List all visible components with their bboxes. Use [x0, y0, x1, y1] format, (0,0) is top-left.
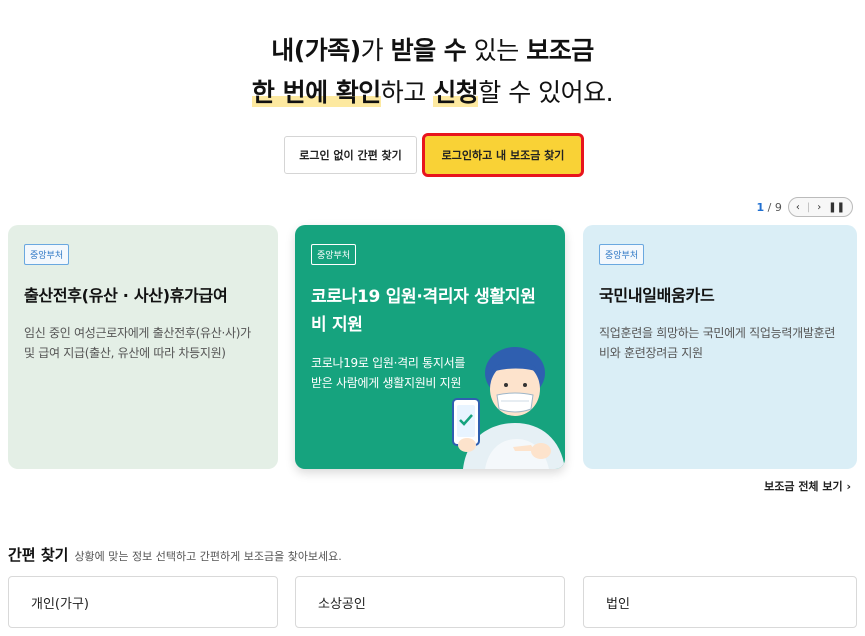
divider: |: [806, 201, 811, 213]
chevron-left-icon[interactable]: ‹: [794, 202, 802, 213]
carousel-counter: 1 / 9: [757, 201, 782, 214]
hero-button-row: 로그인 없이 간편 찾기 로그인하고 내 보조금 찾기: [0, 133, 865, 177]
card-title: 출산전후(유산 · 사산)휴가급여: [24, 286, 228, 305]
login-search-button[interactable]: 로그인하고 내 보조금 찾기: [422, 133, 584, 177]
hero-text: 가: [360, 36, 391, 65]
option-individual-button[interactable]: 개인(가구): [8, 576, 278, 628]
subsidy-card[interactable]: 중앙부처 국민내일배움카드 직업훈련을 희망하는 국민에게 직업능력개발훈련비와…: [583, 225, 857, 469]
hero-line-1: 내(가족)가 받을 수 있는 보조금: [0, 30, 865, 72]
quick-search-options: 개인(가구) 소상공인 법인: [8, 576, 857, 628]
quick-search-subtitle: 상황에 맞는 정보 선택하고 간편하게 보조금을 찾아보세요.: [74, 550, 342, 563]
carousel-current-page: 1: [756, 200, 765, 214]
hero-text: 할 수 있어요.: [478, 78, 614, 107]
guest-search-button[interactable]: 로그인 없이 간편 찾기: [284, 136, 417, 174]
quick-search-header: 간편 찾기 상황에 맞는 정보 선택하고 간편하게 보조금을 찾아보세요.: [8, 544, 342, 565]
subsidy-carousel: 중앙부처 출산전후(유산 · 사산)휴가급여 임신 중인 여성근로자에게 출산전…: [8, 225, 857, 469]
hero-line-2: 한 번에 확인하고 신청할 수 있어요.: [0, 72, 865, 114]
hero-text-family: 내(가족): [271, 36, 361, 65]
category-badge: 중앙부처: [311, 244, 357, 265]
quick-search-title: 간편 찾기: [8, 546, 69, 564]
option-corporation-button[interactable]: 법인: [583, 576, 857, 628]
view-all-subsidies-link[interactable]: 보조금 전체 보기 ›: [764, 478, 851, 494]
hero-text-check: 한 번에 확인: [251, 78, 381, 107]
person-with-mask-holding-phone-icon: [452, 347, 565, 469]
card-description: 직업훈련을 희망하는 국민에게 직업능력개발훈련비와 훈련장려금 지원: [599, 326, 836, 360]
carousel-pager: 1 / 9 ‹ | › ❚❚: [757, 197, 853, 217]
hero-text: 하고: [380, 78, 434, 107]
hero-text-apply: 신청: [433, 78, 479, 107]
hero-text: 있는: [466, 36, 527, 65]
card-title: 코로나19 입원·격리자 생활지원비 지원: [311, 287, 536, 335]
hero-text-subsidy: 보조금: [526, 36, 594, 65]
chevron-right-icon[interactable]: ›: [815, 202, 823, 213]
category-badge: 중앙부처: [599, 244, 645, 265]
category-badge: 중앙부처: [24, 244, 70, 265]
card-title: 국민내일배움카드: [599, 286, 715, 305]
pause-icon[interactable]: ❚❚: [826, 202, 847, 213]
carousel-total-pages: / 9: [767, 200, 782, 214]
option-small-business-button[interactable]: 소상공인: [295, 576, 565, 628]
card-description: 임신 중인 여성근로자에게 출산전후(유산·사)가 및 급여 지급(출산, 유산…: [24, 326, 251, 360]
hero-headline: 내(가족)가 받을 수 있는 보조금 한 번에 확인하고 신청할 수 있어요.: [0, 30, 865, 114]
subsidy-card[interactable]: 중앙부처 출산전후(유산 · 사산)휴가급여 임신 중인 여성근로자에게 출산전…: [8, 225, 278, 469]
subsidy-card-active[interactable]: 중앙부처 코로나19 입원·격리자 생활지원비 지원 코로나19로 입원·격리 …: [295, 225, 565, 469]
hero-text-receive: 받을 수: [390, 36, 467, 65]
carousel-controls: ‹ | › ❚❚: [787, 197, 853, 217]
